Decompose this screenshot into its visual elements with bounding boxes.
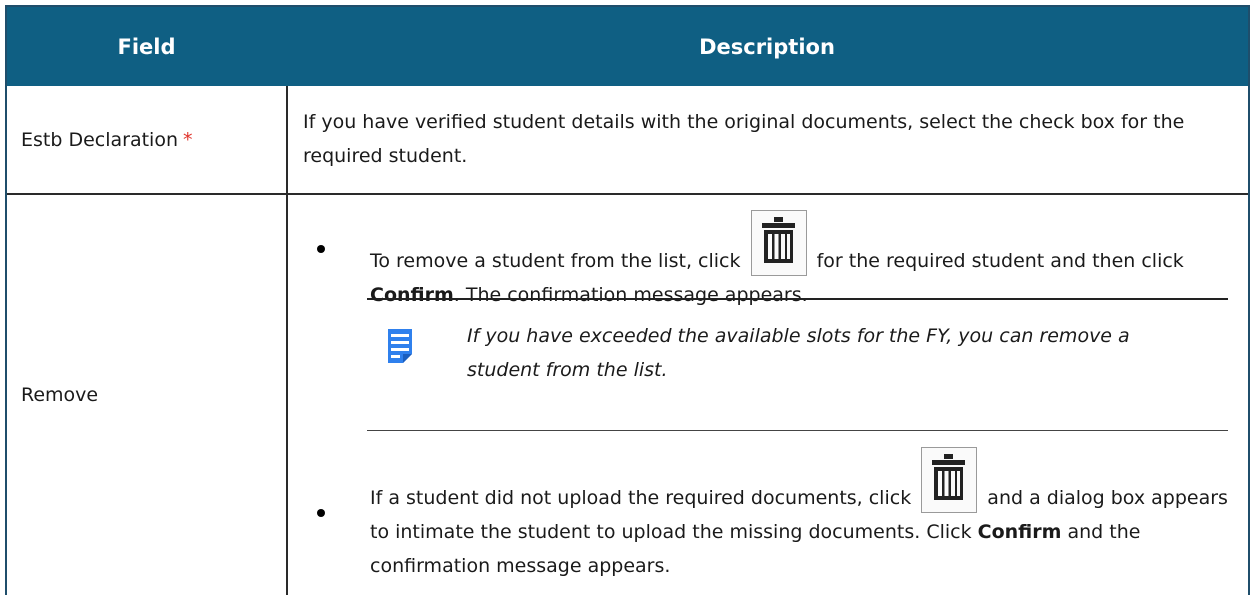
note-text: If you have exceeded the available slots… [467,325,1130,381]
bullet-item: To remove a student from the list, click [317,195,1228,306]
trash-icon[interactable] [750,210,807,276]
field-cell: Remove [7,195,286,595]
trash-icon[interactable] [921,447,978,513]
bullet-dot [317,509,325,517]
field-description-table: Field Description Estb Declaration * If … [5,5,1250,595]
description-cell: If you have verified student details wit… [288,86,1248,193]
bullet-dot [317,245,325,253]
bullet-text: If a student did not upload the required… [370,447,1228,583]
bullet-text-part: If a student did not upload the required… [370,487,912,509]
header-field: Field [117,34,176,59]
header-description: Description [699,34,835,59]
description-text: If you have verified student details wit… [303,111,1185,167]
field-name: Remove [21,384,99,406]
required-asterisk: * [183,128,193,151]
field-cell: Estb Declaration * [7,86,286,193]
note-icon [388,329,412,363]
bullet-text: To remove a student from the list, click [370,210,1228,312]
note-box: If you have exceeded the available slots… [367,298,1228,431]
bullet-text-part: for the required student and then click [816,250,1184,272]
table-header-row: Field Description [7,7,1248,86]
description-cell: To remove a student from the list, click [288,195,1248,595]
confirm-bold: Confirm [977,521,1062,543]
table-row: Remove To remove a student from the list… [7,195,1248,595]
table-row: Estb Declaration * If you have verified … [7,86,1248,195]
bullet-item: If a student did not upload the required… [317,447,1228,597]
field-name: Estb Declaration [21,128,178,151]
bullet-text-part: To remove a student from the list, click [370,250,741,272]
